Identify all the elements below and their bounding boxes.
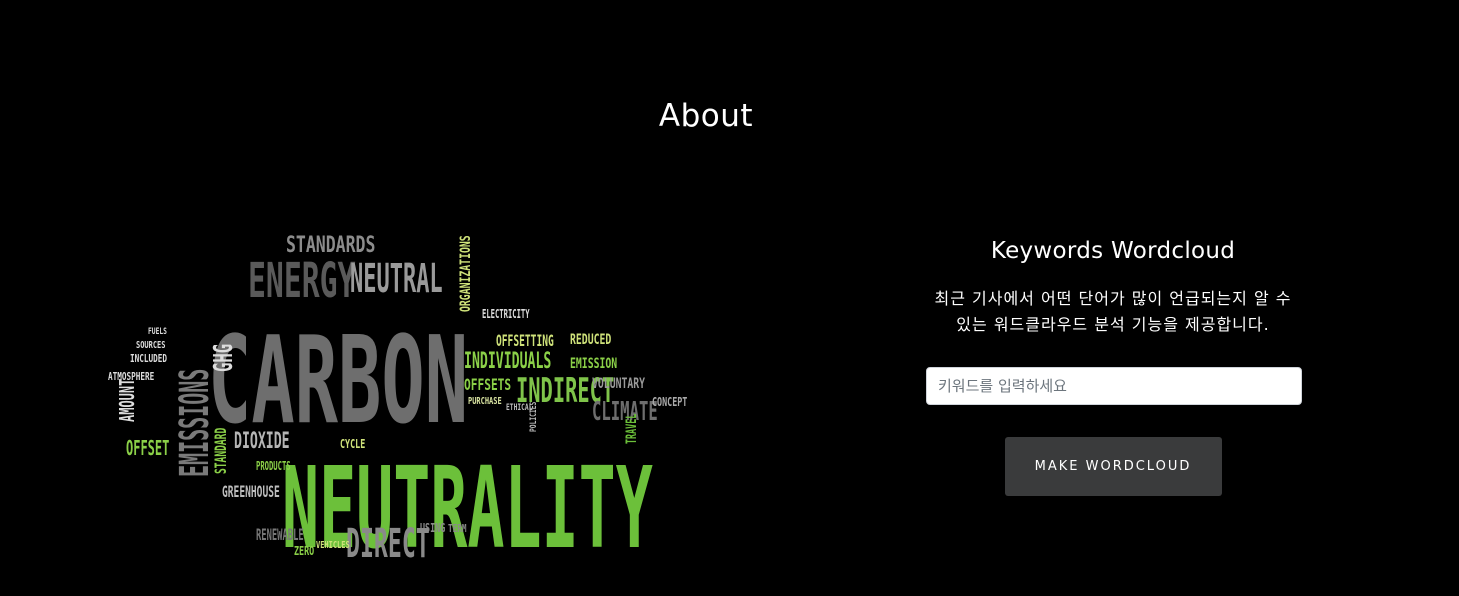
keyword-input[interactable]: [926, 367, 1302, 405]
wordcloud-graphic: STANDARDSENERGYNEUTRALCARBONNEUTRALITYEM…: [106, 232, 687, 567]
wordcloud-word: ELECTRICITY: [482, 308, 530, 321]
wordcloud-word: TRAVEL: [623, 414, 640, 444]
wordcloud-word: SOURCES: [136, 340, 165, 352]
wordcloud-panel: Keywords Wordcloud 최근 기사에서 어떤 단어가 많이 언급되…: [920, 238, 1306, 496]
wordcloud-word: OFFSETTING: [496, 333, 554, 351]
wordcloud-word: OFFSETS: [464, 376, 511, 395]
wordcloud-word: ORGANIZATIONS: [457, 235, 473, 312]
panel-description: 최근 기사에서 어떤 단어가 많이 언급되는지 알 수 있는 워드클라우드 분석…: [934, 289, 1292, 334]
wordcloud-word: OFFSET: [126, 437, 169, 460]
wordcloud-word: CONCEPT: [652, 396, 687, 410]
wordcloud-word: AMOUNT: [116, 379, 139, 422]
make-wordcloud-button[interactable]: MAKE WORDCLOUD: [1004, 437, 1222, 496]
wordcloud-word: POLICIES: [528, 401, 538, 432]
wordcloud-word: VEHICLES: [316, 540, 350, 552]
wordcloud-word: INCLUDED: [130, 353, 167, 366]
wordcloud-word: VOLUNTARY: [592, 375, 646, 391]
carbon-neutrality-wordcloud-image: STANDARDS ENERGY NEUTRAL CARBON NEUTRALITY EM…: [96, 222, 696, 567]
wordcloud-word: ZERO: [294, 545, 314, 559]
wordcloud-word: RENEWABLE: [256, 526, 304, 545]
wordcloud-word: STANDARD: [213, 428, 231, 474]
wordcloud-word: DIRECT: [346, 520, 430, 566]
wordcloud-word: EMISSIONS: [173, 369, 219, 477]
wordcloud-word: EMISSION: [570, 355, 617, 371]
wordcloud-word: CYCLE: [340, 438, 365, 452]
wordcloud-word: PURCHASE: [468, 396, 502, 408]
wordcloud-word: NEUTRAL: [350, 255, 443, 302]
wordcloud-word: ENERGY: [248, 254, 355, 309]
wordcloud-word: USING: [420, 522, 445, 536]
wordcloud-word: PRODUCTS: [256, 460, 291, 473]
wordcloud-word: REDUCED: [570, 331, 611, 347]
wordcloud-word: FUELS: [148, 326, 167, 336]
about-title: About: [658, 98, 754, 134]
wordcloud-word: GHG: [209, 344, 239, 372]
wordcloud-word: DIOXIDE: [234, 429, 290, 454]
wordcloud-word: INDIVIDUALS: [464, 349, 551, 374]
wordcloud-word: GREENHOUSE: [222, 484, 280, 502]
panel-title: Keywords Wordcloud: [990, 238, 1236, 264]
wordcloud-word: TERM: [448, 523, 467, 536]
